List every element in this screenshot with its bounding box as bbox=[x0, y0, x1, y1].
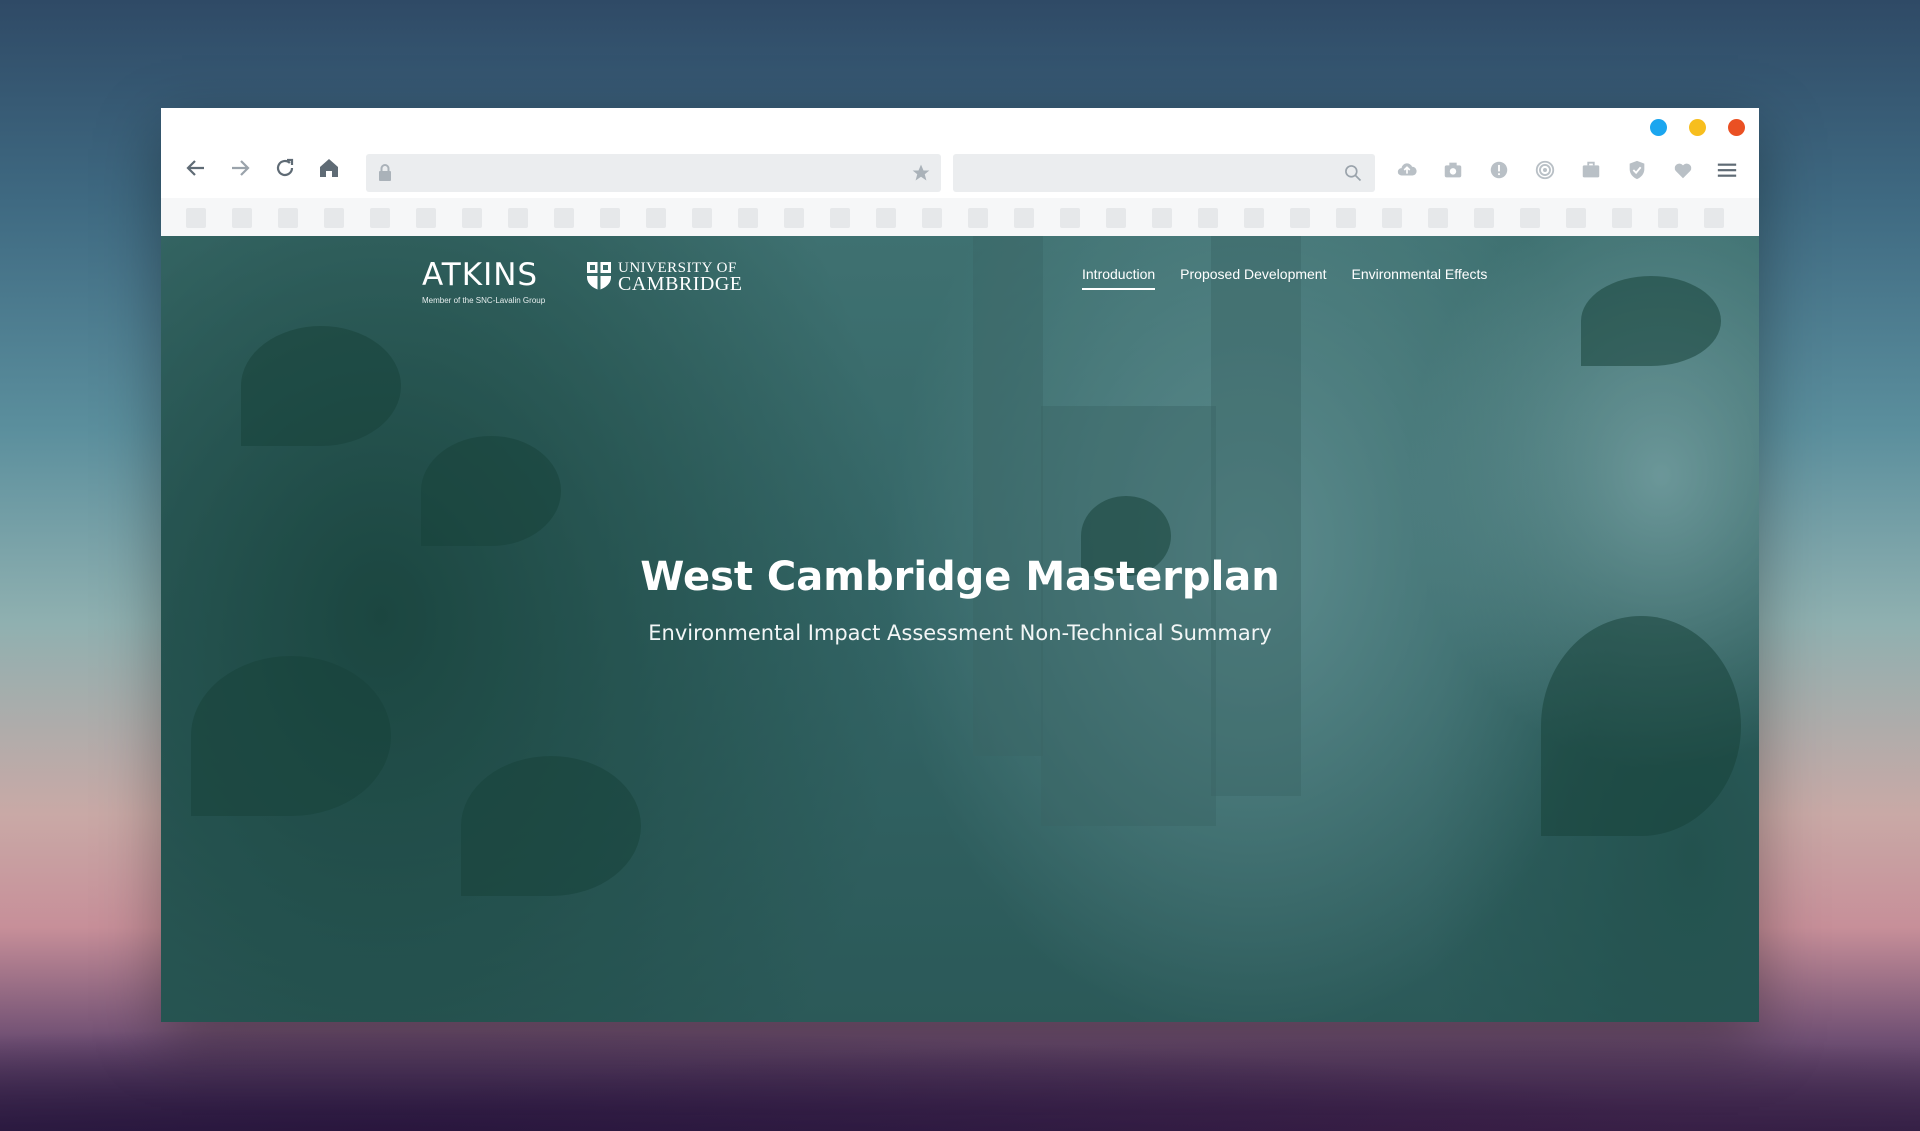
bookmark-item[interactable] bbox=[324, 208, 344, 228]
site-navigation: Introduction Proposed Development Enviro… bbox=[1082, 266, 1487, 290]
bookmark-item[interactable] bbox=[554, 208, 574, 228]
browser-window: ATKINS Member of the SNC-Lavalin Group U… bbox=[161, 108, 1759, 1022]
cambridge-logo[interactable]: UNIVERSITY OF CAMBRIDGE bbox=[586, 260, 743, 295]
cambridge-wordmark: UNIVERSITY OF CAMBRIDGE bbox=[618, 260, 743, 295]
window-maximize-button[interactable] bbox=[1689, 119, 1706, 136]
cloud-upload-icon bbox=[1397, 163, 1417, 176]
bookmark-item[interactable] bbox=[232, 208, 252, 228]
bookmark-item[interactable] bbox=[370, 208, 390, 228]
alert-icon bbox=[1490, 161, 1508, 179]
home-icon bbox=[320, 159, 338, 177]
reload-icon bbox=[276, 158, 294, 177]
search-bar[interactable] bbox=[953, 154, 1375, 194]
bookmark-item[interactable] bbox=[1060, 208, 1080, 228]
camera-button[interactable] bbox=[1440, 157, 1466, 183]
bookmark-item[interactable] bbox=[186, 208, 206, 228]
bookmarks-bar bbox=[161, 198, 1759, 236]
bookmark-item[interactable] bbox=[1520, 208, 1540, 228]
bookmark-item[interactable] bbox=[1382, 208, 1402, 228]
browser-toolbar bbox=[161, 144, 1759, 194]
bookmark-item[interactable] bbox=[278, 208, 298, 228]
nav-introduction[interactable]: Introduction bbox=[1082, 266, 1156, 290]
menu-icon bbox=[1717, 163, 1737, 177]
heart-button[interactable] bbox=[1670, 157, 1696, 183]
bookmark-item[interactable] bbox=[1106, 208, 1126, 228]
shield-button[interactable] bbox=[1624, 157, 1650, 183]
back-button[interactable] bbox=[180, 152, 212, 184]
window-close-button[interactable] bbox=[1728, 119, 1745, 136]
heart-icon bbox=[1674, 163, 1692, 179]
broadcast-button[interactable] bbox=[1532, 157, 1558, 183]
bookmark-item[interactable] bbox=[1014, 208, 1034, 228]
address-bar[interactable] bbox=[366, 154, 941, 194]
bookmark-item[interactable] bbox=[1198, 208, 1218, 228]
bookmark-item[interactable] bbox=[922, 208, 942, 228]
broadcast-icon bbox=[1535, 160, 1555, 180]
cambridge-line-2: CAMBRIDGE bbox=[618, 273, 743, 295]
bookmark-item[interactable] bbox=[1336, 208, 1356, 228]
bookmark-item[interactable] bbox=[1244, 208, 1264, 228]
bookmark-item[interactable] bbox=[968, 208, 988, 228]
bookmark-item[interactable] bbox=[508, 208, 528, 228]
bookmark-star-icon[interactable] bbox=[911, 163, 931, 183]
camera-icon bbox=[1444, 162, 1462, 178]
arrow-left-icon bbox=[186, 160, 204, 176]
alert-button[interactable] bbox=[1486, 157, 1512, 183]
bookmark-item[interactable] bbox=[1428, 208, 1448, 228]
home-button[interactable] bbox=[313, 152, 345, 184]
bookmark-item[interactable] bbox=[1474, 208, 1494, 228]
bookmark-item[interactable] bbox=[462, 208, 482, 228]
bookmark-item[interactable] bbox=[1612, 208, 1632, 228]
bookmark-item[interactable] bbox=[738, 208, 758, 228]
bookmark-item[interactable] bbox=[646, 208, 666, 228]
bookmark-item[interactable] bbox=[830, 208, 850, 228]
nav-environmental-effects[interactable]: Environmental Effects bbox=[1351, 266, 1487, 290]
bookmark-item[interactable] bbox=[416, 208, 436, 228]
bookmark-item[interactable] bbox=[600, 208, 620, 228]
nav-proposed-development[interactable]: Proposed Development bbox=[1180, 266, 1326, 290]
forward-button[interactable] bbox=[224, 152, 256, 184]
shield-check-icon bbox=[1629, 160, 1645, 180]
bookmark-item[interactable] bbox=[1658, 208, 1678, 228]
briefcase-button[interactable] bbox=[1578, 157, 1604, 183]
cambridge-crest-icon bbox=[587, 262, 611, 290]
atkins-wordmark: ATKINS bbox=[422, 257, 539, 293]
cloud-upload-button[interactable] bbox=[1394, 157, 1420, 183]
search-icon[interactable] bbox=[1343, 163, 1363, 183]
bookmark-item[interactable] bbox=[1152, 208, 1172, 228]
bookmark-item[interactable] bbox=[692, 208, 712, 228]
arrow-right-icon bbox=[232, 160, 250, 176]
bookmark-item[interactable] bbox=[876, 208, 896, 228]
lock-icon bbox=[379, 164, 391, 181]
title-bar bbox=[161, 108, 1759, 144]
bookmark-item[interactable] bbox=[784, 208, 804, 228]
atkins-logo[interactable]: ATKINS Member of the SNC-Lavalin Group bbox=[422, 258, 545, 305]
bookmark-item[interactable] bbox=[1566, 208, 1586, 228]
page-viewport: ATKINS Member of the SNC-Lavalin Group U… bbox=[161, 236, 1759, 1022]
atkins-tagline: Member of the SNC-Lavalin Group bbox=[422, 296, 546, 305]
bookmark-item[interactable] bbox=[1704, 208, 1724, 228]
window-minimize-button[interactable] bbox=[1650, 119, 1667, 136]
hero-title: West Cambridge Masterplan bbox=[640, 554, 1280, 600]
briefcase-icon bbox=[1582, 161, 1600, 178]
menu-button[interactable] bbox=[1714, 157, 1740, 183]
reload-button[interactable] bbox=[269, 152, 301, 184]
hero-subtitle: Environmental Impact Assessment Non-Tech… bbox=[648, 621, 1272, 645]
search-input[interactable] bbox=[967, 154, 1341, 194]
desktop-background bbox=[0, 1011, 1920, 1131]
bookmark-item[interactable] bbox=[1290, 208, 1310, 228]
address-input[interactable] bbox=[406, 154, 890, 194]
